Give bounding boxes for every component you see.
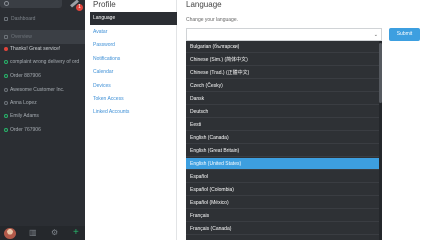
language-option[interactable]: Eesti [186, 119, 382, 131]
profile-menu-password[interactable]: Password [90, 39, 177, 52]
conversation-title: Awesome Customer Inc. [10, 87, 65, 93]
conversation-item[interactable]: complaint wrong delivery of ord [0, 56, 85, 69]
conversation-title: Order 887906 [10, 73, 41, 79]
language-option[interactable]: Dansk [186, 93, 382, 105]
profile-menu-token-access[interactable]: Token Access [90, 93, 177, 106]
search-icon [4, 1, 9, 6]
profile-menu-devices[interactable]: Devices [90, 80, 177, 93]
language-select[interactable]: ⌄ [186, 28, 382, 41]
language-option[interactable]: English (Canada) [186, 132, 382, 144]
submit-button[interactable]: Submit [389, 28, 420, 41]
page-title: Language [186, 0, 222, 9]
conversation-item[interactable]: Emily Adams [0, 110, 85, 123]
conversation-item[interactable]: Thanks! Great service! [0, 43, 85, 56]
profile-panel: Profile Language Avatar Password Notific… [85, 0, 177, 240]
profile-menu-avatar[interactable]: Avatar [90, 26, 177, 39]
overview-icon [4, 35, 8, 39]
profile-menu-calendar[interactable]: Calendar [90, 66, 177, 79]
nav-overview[interactable]: Overview [0, 30, 85, 44]
language-option[interactable]: Français (Canada) [186, 223, 382, 235]
nav-label: Overview [11, 34, 32, 40]
status-dot [4, 74, 8, 78]
language-option[interactable]: Chinese (Sim.) (简体中文) [186, 54, 382, 66]
profile-menu-linked-accounts[interactable]: Linked Accounts [90, 106, 177, 119]
profile-menu-language[interactable]: Language [90, 12, 177, 25]
conversation-title: Thanks! Great service! [10, 46, 61, 52]
status-dot [4, 60, 8, 64]
conversation-title: Order 767906 [10, 127, 41, 133]
language-option[interactable]: Czech (Česky) [186, 80, 382, 92]
language-settings: Language Change your language. ⌄ Submit … [177, 0, 427, 240]
language-option[interactable]: Español (Colombia) [186, 184, 382, 196]
scrollbar-thumb[interactable] [379, 43, 382, 103]
new-conversation-button[interactable]: 1 [68, 0, 83, 11]
status-dot [4, 114, 8, 118]
language-option[interactable]: Chinese (Trad.) (正體中文) [186, 67, 382, 79]
status-dot [4, 47, 8, 51]
language-dropdown-list: Bulgarian (български) Chinese (Sim.) (简体… [186, 41, 382, 240]
stats-icon[interactable]: ▥ [29, 228, 37, 238]
status-dot [4, 128, 8, 132]
conversation-title: complaint wrong delivery of ord [10, 59, 80, 65]
dashboard-icon [4, 17, 8, 21]
conversation-item[interactable]: Anna Lopez [0, 97, 85, 110]
language-option[interactable]: Español [186, 171, 382, 183]
nav-label: Dashboard [11, 16, 36, 22]
conversation-title: Anna Lopez [10, 100, 37, 106]
conversation-item[interactable]: Order 887906 [0, 70, 85, 83]
page-description: Change your language. [186, 17, 238, 23]
language-option[interactable]: Bulgarian (български) [186, 41, 382, 53]
dropdown-scrollbar[interactable] [379, 41, 382, 240]
language-option[interactable]: Español (México) [186, 197, 382, 209]
plus-icon[interactable]: + [73, 228, 79, 238]
notification-badge: 1 [76, 4, 83, 11]
conversation-item[interactable]: Awesome Customer Inc. [0, 84, 85, 97]
status-dot [4, 101, 8, 105]
status-dot [4, 88, 8, 92]
conversation-item[interactable]: Order 767906 [0, 124, 85, 137]
language-option[interactable]: English (Great Britain) [186, 145, 382, 157]
conversation-title: Emily Adams [10, 113, 39, 119]
left-sidebar: 1 Dashboard Overview Thanks! Great servi… [0, 0, 85, 240]
language-option-selected[interactable]: English (United States) [186, 158, 382, 170]
language-option[interactable]: Deutsch [186, 106, 382, 118]
profile-menu-notifications[interactable]: Notifications [90, 53, 177, 66]
settings-icon[interactable]: ⚙ [51, 228, 58, 238]
profile-title: Profile [93, 0, 116, 9]
nav-dashboard[interactable]: Dashboard [0, 12, 85, 26]
sidebar-bottom-bar: ▥ ⚙ + [0, 226, 85, 240]
chevron-down-icon: ⌄ [373, 32, 378, 38]
language-option[interactable]: Français [186, 210, 382, 222]
avatar[interactable] [4, 228, 16, 239]
search-input[interactable] [0, 0, 62, 8]
